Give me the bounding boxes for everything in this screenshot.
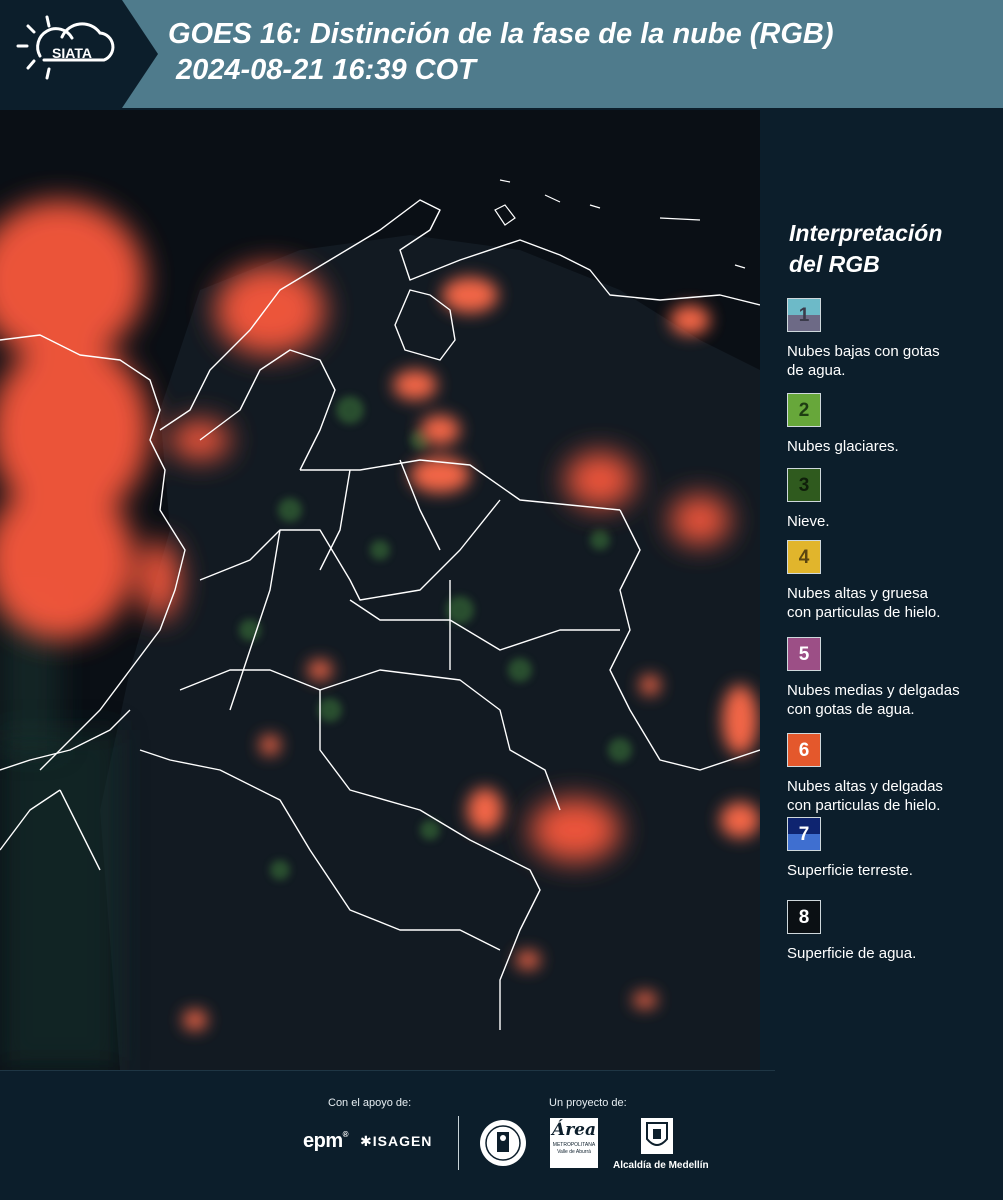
satellite-map [0,110,760,1070]
legend-swatch: 3 [787,468,821,502]
legend-swatch: 5 [787,637,821,671]
legend-description: Nubes altas y delgadas con particulas de … [787,777,997,815]
legend-title-line-2: del RGB [789,251,880,277]
legend-number: 6 [798,740,810,761]
legend-item-2: 2 Nubes glaciares. [787,393,997,456]
legend-number: 8 [798,907,810,928]
footer-divider [458,1116,459,1170]
legend-description: Superficie terreste. [787,861,997,880]
legend-description-line-1: Superficie de agua. [787,945,917,962]
siata-logo-text: SIATA [52,45,92,61]
legend-description: Nubes altas y gruesa con particulas de hi… [787,584,997,622]
legend-item-8: 8 Superficie de agua. [787,900,997,963]
legend-description-line-2: con particulas de hielo. [787,797,941,814]
legend-number: 1 [798,305,810,326]
legend-description-line-1: Nubes bajas con gotas [787,343,940,360]
legend-swatch: 6 [787,733,821,767]
page-title: GOES 16: Distinción de la fase de la nub… [168,16,834,88]
legend-description: Superficie de agua. [787,944,997,963]
legend-description-line-1: Nubes altas y delgadas [787,778,943,795]
legend-description-line-1: Superficie terreste. [787,862,913,879]
legend-description-line-2: con gotas de agua. [787,701,915,718]
legend-item-6: 6 Nubes altas y delgadas con particulas de… [787,733,997,815]
legend-swatch: 4 [787,540,821,574]
area-logo-title: Área [552,1120,596,1140]
legend-description-line-1: Nubes glaciares. [787,438,899,455]
legend-swatch: 8 [787,900,821,934]
area-logo-sub2: Valle de Aburrá [557,1149,591,1155]
legend-title-line-1: Interpretación [789,220,943,246]
legend-title: Interpretación del RGB [789,218,942,280]
legend-description-line-1: Nieve. [787,513,830,530]
legend-item-5: 5 Nubes medias y delgadas con gotas de agu… [787,637,997,719]
legend-description-line-2: con particulas de hielo. [787,604,941,621]
legend-swatch: 7 [787,817,821,851]
siata-logo: SIATA [0,0,158,108]
footer: Con el apoyo de: Un proyecto de: epm® ✱I… [0,1070,1003,1200]
legend-description-line-1: Nubes medias y delgadas [787,682,960,699]
legend-number: 3 [798,475,810,496]
support-label: Con el apoyo de: [328,1097,412,1109]
isagen-mark-icon: ✱ [360,1133,373,1149]
legend-description: Nubes glaciares. [787,437,997,456]
epm-logo: epm® [303,1130,349,1152]
legend-swatch: 1 [787,298,821,332]
area-metropolitana-logo: Área METROPOLITANA Valle de Aburrá [550,1118,598,1168]
title-line-2: 2024-08-21 16:39 COT [176,54,476,86]
epm-logo-text: epm [303,1130,343,1152]
title-line-1: GOES 16: Distinción de la fase de la nub… [168,18,834,50]
footer-rule [0,1070,775,1071]
area-logo-sub1: METROPOLITANA [552,1142,596,1148]
header-bar: SIATA GOES 16: Distinción de la fase de … [0,0,1003,108]
project-label: Un proyecto de: [549,1097,627,1109]
legend-number: 4 [798,547,810,568]
legend-item-3: 3 Nieve. [787,468,997,531]
legend-number: 2 [798,400,810,421]
municipal-seal-icon [480,1120,526,1166]
legend-number: 5 [798,644,810,665]
legend-item-7: 7 Superficie terreste. [787,817,997,880]
legend-number: 7 [798,824,810,845]
legend-description-line-2: de agua. [787,362,846,379]
legend-item-4: 4 Nubes altas y gruesa con particulas de h… [787,540,997,622]
alcaldia-shield-icon [641,1118,673,1154]
legend-description-line-1: Nubes altas y gruesa [787,585,928,602]
isagen-logo-text: ISAGEN [372,1133,433,1149]
legend-description: Nieve. [787,512,997,531]
isagen-logo: ✱ISAGEN [360,1133,432,1150]
legend-item-1: 1 Nubes bajas con gotas de agua. [787,298,997,380]
legend-panel: Interpretación del RGB 1 Nubes bajas con … [760,110,1003,1070]
legend-description: Nubes bajas con gotas de agua. [787,342,997,380]
legend-swatch: 2 [787,393,821,427]
legend-description: Nubes medias y delgadas con gotas de agua… [787,681,997,719]
alcaldia-label: Alcaldía de Medellín [613,1160,709,1171]
